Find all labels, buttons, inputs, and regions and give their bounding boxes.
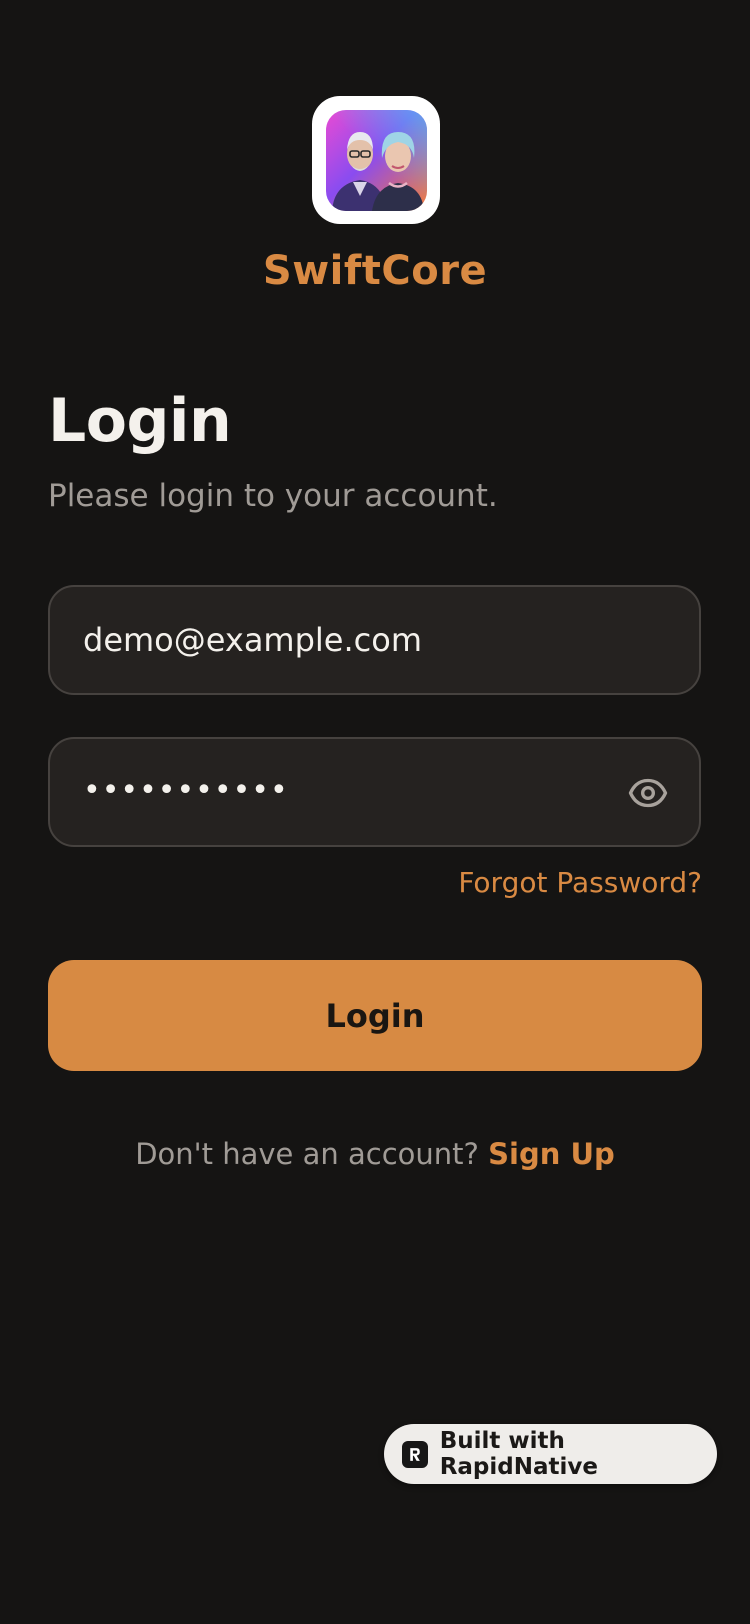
built-with-badge[interactable]: Built with RapidNative <box>384 1424 717 1484</box>
password-value: ••••••••••• <box>83 772 289 808</box>
signup-prompt-text: Don't have an account? <box>135 1137 479 1171</box>
eye-icon[interactable] <box>627 772 669 814</box>
badge-label: Built with RapidNative <box>439 1428 598 1480</box>
email-value: demo@example.com <box>83 621 422 659</box>
app-logo <box>312 96 440 224</box>
email-field[interactable]: demo@example.com <box>48 585 701 695</box>
page-subtitle: Please login to your account. <box>48 478 498 514</box>
page-title: Login <box>48 386 232 456</box>
couple-portrait-app-icon <box>325 109 427 211</box>
forgot-password-link[interactable]: Forgot Password? <box>458 866 702 899</box>
signup-link[interactable]: Sign Up <box>488 1137 615 1171</box>
app-name: SwiftCore <box>262 248 488 294</box>
password-field[interactable]: ••••••••••• <box>48 737 701 847</box>
login-button[interactable]: Login <box>48 960 702 1071</box>
signup-prompt-row: Don't have an account? Sign Up <box>0 1137 750 1171</box>
rapidnative-logo-icon <box>402 1440 428 1468</box>
